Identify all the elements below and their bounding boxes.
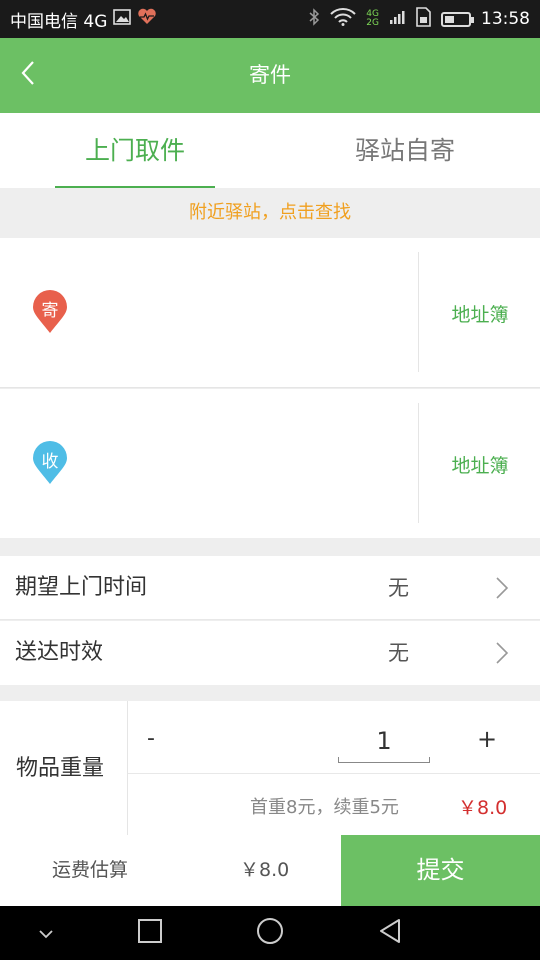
sender-badge: 寄	[41, 301, 59, 321]
nav-home-button[interactable]	[250, 906, 290, 960]
battery-icon	[441, 11, 474, 27]
increase-weight-button[interactable]: +	[472, 719, 502, 759]
clock: 13:58	[481, 9, 530, 29]
nav-hide-button[interactable]	[26, 906, 66, 960]
status-right: 4G 2G 13:58	[308, 0, 530, 38]
pickup-time-label: 期望上门时间	[15, 575, 148, 600]
fee-estimate-label: 运费估算	[52, 859, 129, 881]
bottom-action-bar: 运费估算 ￥8.0 提交	[0, 835, 540, 906]
status-bar: 中国电信 4G 4G 2G 13:58	[0, 0, 540, 38]
network-type-2g: 2G	[366, 18, 379, 28]
pickup-time-value: 无	[388, 576, 409, 600]
circle-icon	[256, 917, 284, 949]
receiver-address-book-link[interactable]: 地址簿	[420, 451, 540, 478]
sim-icon	[415, 6, 431, 32]
square-icon	[137, 918, 163, 948]
tab-bar: 上门取件 驿站自寄	[0, 113, 540, 188]
title-bar: 寄件	[0, 38, 540, 113]
sender-address-book-link[interactable]: 地址簿	[420, 300, 540, 327]
fee-estimate-value: ￥8.0	[240, 859, 290, 881]
receiver-address-panel[interactable]: 收 地址簿	[0, 389, 540, 538]
system-nav-bar	[0, 906, 540, 960]
pricing-rule: 首重8元，续重5元	[250, 797, 399, 818]
delivery-time-value: 无	[388, 641, 409, 665]
nav-recents-button[interactable]	[130, 906, 170, 960]
tab-home-pickup[interactable]: 上门取件	[0, 113, 270, 188]
decrease-weight-button[interactable]: -	[136, 719, 166, 759]
delivery-time-row[interactable]: 送达时效 无	[0, 621, 540, 685]
weight-label-cell: 物品重量	[0, 701, 128, 835]
triangle-back-icon	[377, 917, 403, 949]
tab-station-dropoff[interactable]: 驿站自寄	[270, 113, 540, 188]
weight-panel: 物品重量 - 1 + 首重8元，续重5元 ￥8.0	[0, 701, 540, 835]
page-title: 寄件	[249, 63, 291, 87]
sender-pin-icon: 寄	[32, 290, 68, 334]
network-type: 4G 2G	[366, 10, 379, 28]
delivery-time-label: 送达时效	[15, 640, 104, 665]
weight-label: 物品重量	[16, 756, 105, 781]
gallery-icon	[113, 9, 132, 29]
chevron-right-icon	[494, 641, 510, 669]
price-total: ￥8.0	[458, 797, 508, 819]
chevron-right-icon	[494, 576, 510, 604]
health-icon	[137, 8, 157, 30]
divider	[418, 403, 419, 523]
weight-quantity-input[interactable]: 1	[338, 721, 430, 763]
nav-back-button[interactable]	[370, 906, 410, 960]
chevron-down-icon	[38, 924, 54, 943]
signal-icon	[389, 9, 405, 30]
wifi-icon	[330, 7, 357, 31]
bluetooth-icon	[308, 7, 320, 31]
status-left: 中国电信 4G	[10, 0, 157, 38]
receiver-pin-icon: 收	[32, 441, 68, 485]
receiver-badge: 收	[41, 452, 59, 472]
pickup-time-row[interactable]: 期望上门时间 无	[0, 556, 540, 620]
nearby-station-link[interactable]: 附近驿站，点击查找	[0, 188, 540, 238]
carrier-label: 中国电信 4G	[10, 11, 108, 32]
sender-address-panel[interactable]: 寄 地址簿	[0, 238, 540, 388]
divider	[418, 252, 419, 372]
submit-button[interactable]: 提交	[341, 835, 540, 906]
